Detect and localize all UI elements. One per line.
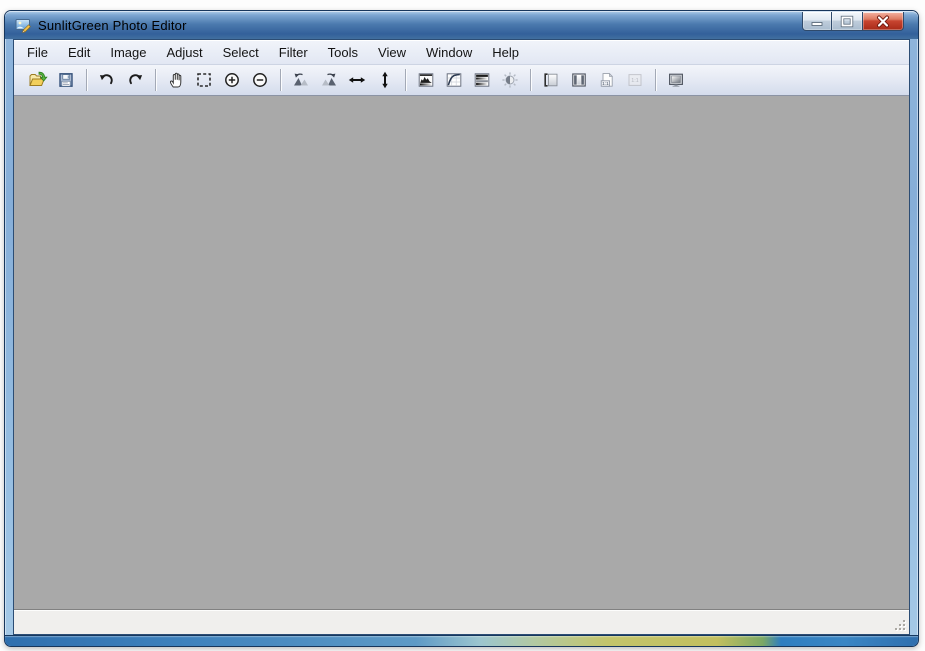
color-balance-icon <box>473 71 491 89</box>
status-bar <box>14 610 909 634</box>
save-button[interactable] <box>53 68 79 93</box>
menu-adjust[interactable]: Adjust <box>157 40 213 64</box>
minimize-icon <box>810 15 824 27</box>
flip-vertical-icon <box>376 71 394 89</box>
marquee-select-icon <box>195 71 213 89</box>
actual-size-page-icon: 1:1 <box>598 71 616 89</box>
flip-horizontal-button[interactable] <box>344 68 370 93</box>
marquee-select-button[interactable] <box>191 68 217 93</box>
toolbar-separator <box>86 69 87 91</box>
zoom-in-icon <box>223 71 241 89</box>
rotate-left-button[interactable] <box>288 68 314 93</box>
svg-text:1:1: 1:1 <box>631 78 639 84</box>
curves-button[interactable] <box>441 68 467 93</box>
workspace-canvas <box>14 96 909 610</box>
client-area: File Edit Image Adjust Select Filter Too… <box>13 39 910 635</box>
app-window: SunlitGreen Photo Editor <box>4 10 919 647</box>
menu-view[interactable]: View <box>368 40 416 64</box>
levels-button[interactable] <box>413 68 439 93</box>
toolbar-separator <box>405 69 406 91</box>
curves-icon <box>445 71 463 89</box>
toolbar-separator <box>155 69 156 91</box>
full-screen-button[interactable] <box>663 68 689 93</box>
undo-button[interactable] <box>94 68 120 93</box>
redo-icon <box>126 71 144 89</box>
undo-icon <box>98 71 116 89</box>
fit-window-icon <box>570 71 588 89</box>
zoom-out-button[interactable] <box>247 68 273 93</box>
full-screen-icon <box>667 71 685 89</box>
open-button[interactable] <box>25 68 51 93</box>
toolbar-separator <box>655 69 656 91</box>
photo-editor-app-icon <box>15 17 32 34</box>
toolbar-separator <box>280 69 281 91</box>
one-to-one-button[interactable]: 1:1 <box>622 68 648 93</box>
flip-vertical-button[interactable] <box>372 68 398 93</box>
title-bar[interactable]: SunlitGreen Photo Editor <box>5 11 918 39</box>
fit-width-icon <box>542 71 560 89</box>
color-balance-button[interactable] <box>469 68 495 93</box>
rotate-left-icon <box>292 71 310 89</box>
hand-pan-button[interactable] <box>163 68 189 93</box>
toolbar-separator <box>530 69 531 91</box>
rotate-right-icon <box>320 71 338 89</box>
menu-window[interactable]: Window <box>416 40 482 64</box>
menu-file[interactable]: File <box>17 40 58 64</box>
caption-buttons <box>802 12 904 31</box>
zoom-out-icon <box>251 71 269 89</box>
window-bottom-border <box>5 635 918 646</box>
menu-filter[interactable]: Filter <box>269 40 318 64</box>
actual-size-button[interactable]: 1:1 <box>594 68 620 93</box>
zoom-in-button[interactable] <box>219 68 245 93</box>
window-title: SunlitGreen Photo Editor <box>38 18 187 33</box>
maximize-button[interactable] <box>832 12 862 31</box>
minimize-button[interactable] <box>802 12 832 31</box>
levels-histogram-icon <box>417 71 435 89</box>
menu-tools[interactable]: Tools <box>318 40 368 64</box>
hand-pan-icon <box>167 71 185 89</box>
fit-window-button[interactable] <box>566 68 592 93</box>
open-icon <box>28 71 48 89</box>
window-body: File Edit Image Adjust Select Filter Too… <box>5 39 918 635</box>
menu-image[interactable]: Image <box>100 40 156 64</box>
menu-help[interactable]: Help <box>482 40 529 64</box>
menu-bar: File Edit Image Adjust Select Filter Too… <box>14 40 909 65</box>
one-to-one-icon: 1:1 <box>626 71 644 89</box>
close-button[interactable] <box>862 12 904 31</box>
flip-horizontal-icon <box>348 71 366 89</box>
svg-text:1:1: 1:1 <box>602 81 609 87</box>
rotate-right-button[interactable] <box>316 68 342 93</box>
maximize-icon <box>840 15 854 28</box>
menu-select[interactable]: Select <box>213 40 269 64</box>
toolbar: 1:1 1:1 <box>14 65 909 96</box>
resize-grip-icon[interactable] <box>894 619 907 632</box>
fit-width-button[interactable] <box>538 68 564 93</box>
redo-button[interactable] <box>122 68 148 93</box>
save-icon <box>57 71 75 89</box>
close-icon <box>875 15 891 28</box>
menu-edit[interactable]: Edit <box>58 40 100 64</box>
brightness-icon <box>501 71 519 89</box>
brightness-button[interactable] <box>497 68 523 93</box>
